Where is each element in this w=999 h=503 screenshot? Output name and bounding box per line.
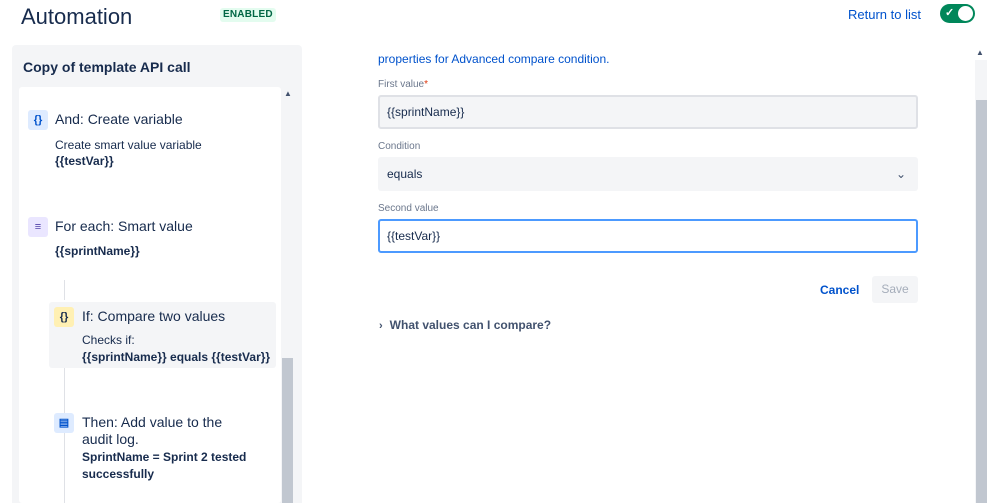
page-scrollbar-thumb[interactable] (976, 100, 987, 503)
step-create-variable-desc: Create smart value variable (55, 138, 202, 152)
list-icon: ≡ (28, 217, 48, 237)
check-icon: ✓ (945, 7, 955, 19)
rule-enabled-toggle[interactable]: ✓ (940, 4, 975, 23)
condition-select-value: equals (387, 167, 423, 181)
first-value-label: First value* (378, 79, 428, 90)
step-create-variable-title[interactable]: And: Create variable (55, 111, 183, 127)
what-values-label: What values can I compare? (389, 318, 552, 332)
braces-icon: {} (28, 110, 48, 130)
save-button[interactable]: Save (872, 276, 918, 303)
page-title: Automation (21, 4, 133, 29)
step-for-each-value: {{sprintName}} (55, 244, 140, 258)
chevron-right-icon: › (379, 320, 383, 332)
branch-line (64, 280, 65, 300)
rule-name: Copy of template API call (23, 59, 191, 75)
step-audit-log-title-line1[interactable]: Then: Add value to the (82, 414, 222, 430)
second-value-input[interactable]: {{testVar}} (378, 219, 918, 253)
step-audit-log-title-line2[interactable]: audit log. (82, 431, 139, 447)
first-value-input[interactable]: {{sprintName}} (378, 95, 918, 129)
page-scroll-up-icon[interactable]: ▲ (976, 48, 984, 57)
chevron-down-icon: ⌄ (895, 167, 906, 181)
branch-line (64, 368, 65, 503)
required-marker: * (424, 79, 429, 90)
step-if-compare-desc: Checks if: (82, 333, 135, 347)
condition-select[interactable]: equals ⌄ (378, 157, 918, 191)
step-audit-log-value-line2: successfully (82, 467, 155, 481)
braces-icon: {} (54, 307, 74, 327)
scroll-up-arrow-icon[interactable]: ▲ (281, 88, 295, 100)
step-if-compare-title[interactable]: If: Compare two values (82, 308, 225, 324)
second-value-label: Second value (378, 203, 439, 214)
cancel-button[interactable]: Cancel (814, 276, 865, 304)
compare-condition-intro-text[interactable]: properties for Advanced compare conditio… (378, 52, 609, 66)
status-badge: ENABLED (220, 8, 276, 22)
steps-scrollbar-thumb[interactable] (282, 358, 293, 503)
step-if-compare-value: {{sprintName}} equals {{testVar}} (82, 350, 271, 364)
step-for-each-title[interactable]: For each: Smart value (55, 218, 193, 234)
step-audit-log-value-line1: SprintName = Sprint 2 tested (82, 450, 247, 464)
audit-log-icon: ▤ (54, 413, 74, 433)
what-values-expander[interactable]: › What values can I compare? (379, 318, 551, 332)
condition-label: Condition (378, 141, 421, 152)
return-to-list-link[interactable]: Return to list (848, 7, 921, 22)
toggle-knob (958, 6, 973, 21)
first-value-label-text: First value (378, 79, 425, 90)
step-create-variable-value: {{testVar}} (55, 154, 114, 168)
